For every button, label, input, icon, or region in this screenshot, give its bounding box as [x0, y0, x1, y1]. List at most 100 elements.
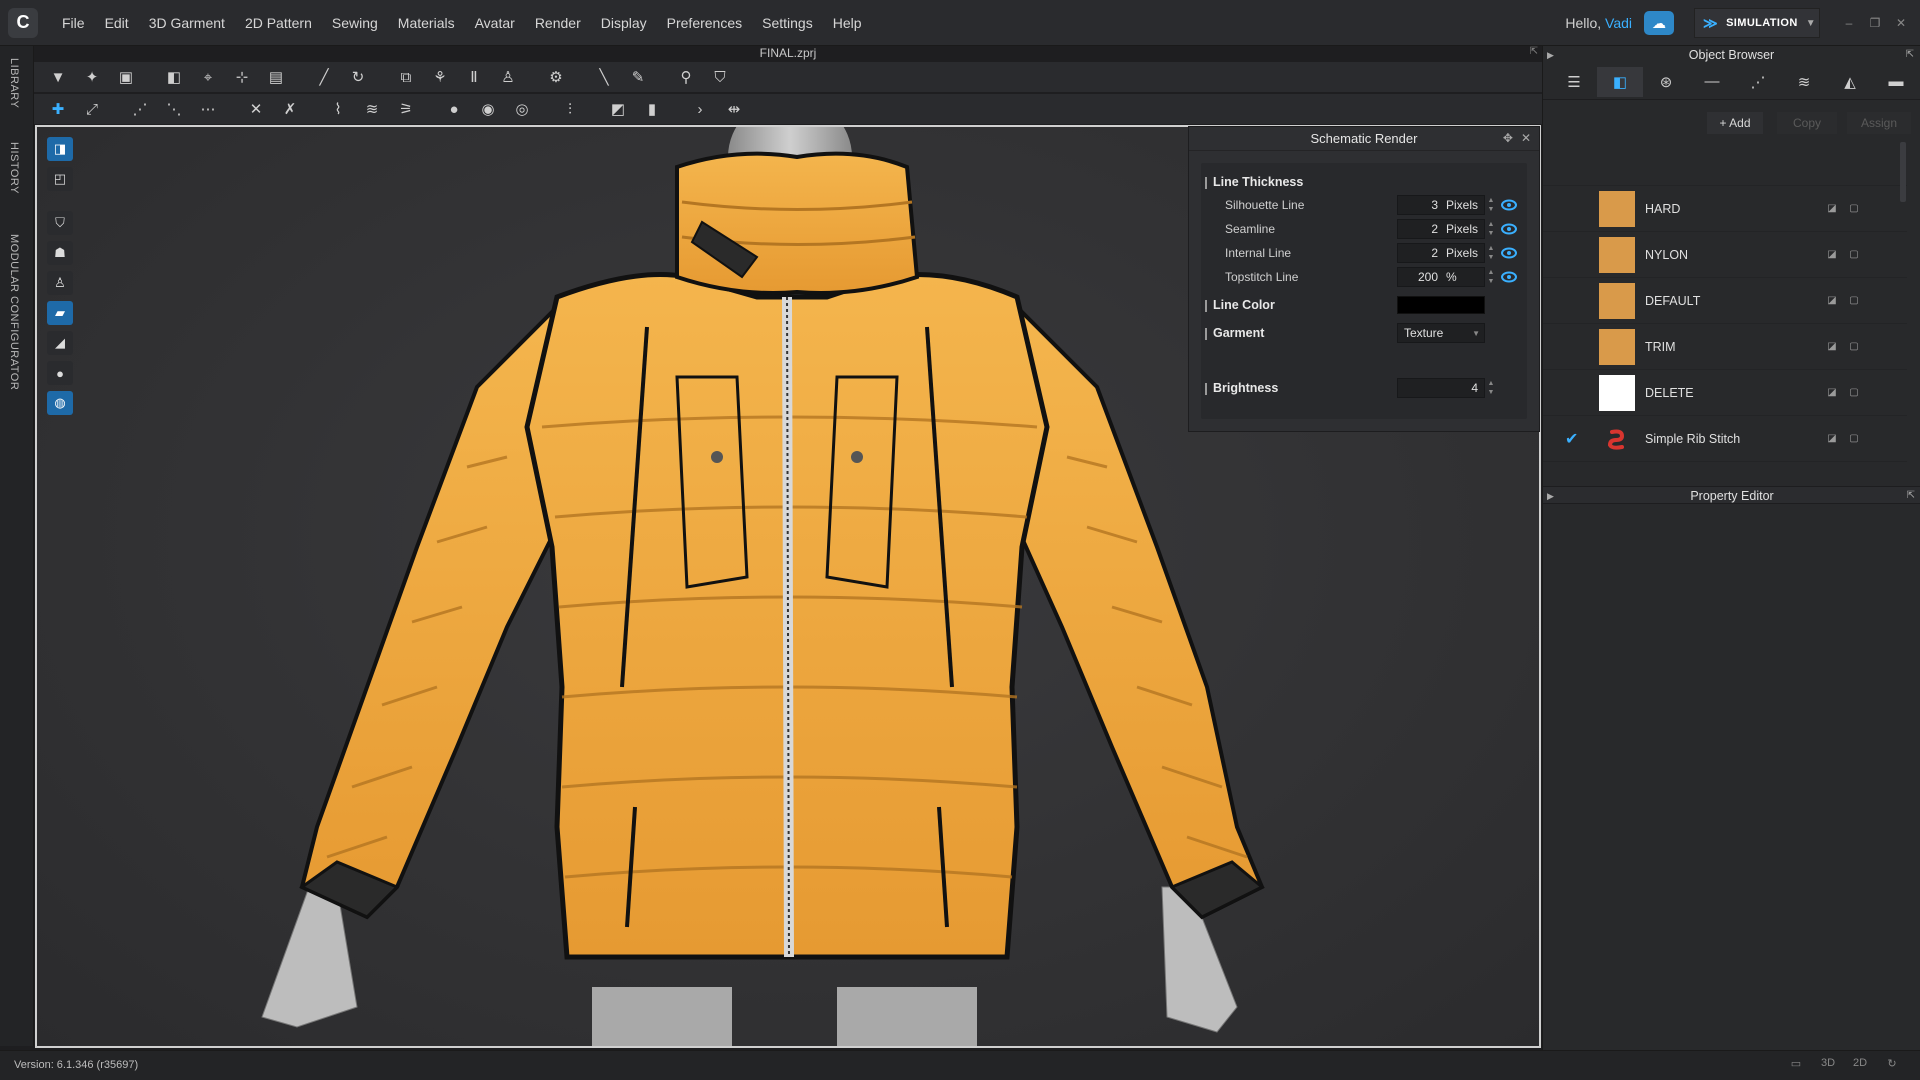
- list-item[interactable]: NYLON ◪ ▢: [1543, 232, 1907, 278]
- texture-edit-icon[interactable]: ◩: [604, 96, 632, 122]
- material-lock-icon[interactable]: ▢: [1847, 249, 1861, 261]
- seamline-field[interactable]: 2 Pixels ▲ ▼: [1397, 219, 1494, 239]
- tab-history[interactable]: HISTORY: [8, 142, 20, 194]
- material-lock-icon[interactable]: ▢: [1847, 387, 1861, 399]
- eye-icon[interactable]: [1501, 271, 1517, 283]
- select-mesh-icon[interactable]: ▼: [44, 64, 72, 90]
- menu-preferences[interactable]: Preferences: [657, 0, 752, 46]
- zipper-icon[interactable]: ⫶: [556, 96, 584, 122]
- edit-sewing-icon[interactable]: ⤢: [78, 96, 106, 122]
- list-item[interactable]: TRIM ◪ ▢: [1543, 324, 1907, 370]
- popout-icon[interactable]: ⇱: [1906, 46, 1914, 64]
- menu-display[interactable]: Display: [591, 0, 657, 46]
- topstitch-icon[interactable]: ✕: [242, 96, 270, 122]
- move-avatar-icon[interactable]: ✦: [78, 64, 106, 90]
- sync-icon[interactable]: ↻: [1882, 1057, 1902, 1070]
- pin-panel-icon[interactable]: ✥: [1503, 131, 1513, 145]
- avatar-person-icon[interactable]: ♙: [47, 271, 73, 295]
- popout-icon[interactable]: ⇱: [1907, 487, 1915, 505]
- topstitch-tab-icon[interactable]: ⋰: [1735, 67, 1781, 97]
- surface-display-icon[interactable]: ◢: [47, 331, 73, 355]
- expand-icon[interactable]: ⇱: [1530, 46, 1538, 57]
- fabric-icon[interactable]: ◧: [1597, 66, 1643, 97]
- eye-icon[interactable]: [1501, 247, 1517, 259]
- brightness-value[interactable]: 4: [1398, 381, 1478, 395]
- trim-tab-icon[interactable]: ◭: [1827, 67, 1873, 97]
- collapse-arrow-icon[interactable]: ▶: [1547, 487, 1554, 505]
- brush-icon[interactable]: ✎: [624, 64, 652, 90]
- menu-help[interactable]: Help: [823, 0, 872, 46]
- list-item[interactable]: ✔ Simple Rib Stitch ◪ ▢: [1543, 416, 1907, 462]
- buttonhole-icon[interactable]: ◎: [508, 96, 536, 122]
- list-item[interactable]: [1543, 172, 1907, 186]
- zipper-tab-icon[interactable]: —: [1689, 67, 1735, 97]
- fold-icon[interactable]: ◧: [160, 64, 188, 90]
- free-sewing-icon[interactable]: ⋱: [160, 96, 188, 122]
- silhouette-line-field[interactable]: 3 Pixels ▲ ▼: [1397, 195, 1494, 215]
- list-item[interactable]: DEFAULT ◪ ▢: [1543, 278, 1907, 324]
- material-lock-icon[interactable]: ▢: [1847, 203, 1861, 215]
- avatar-pose-icon[interactable]: ♙: [494, 64, 522, 90]
- 2d-view-icon[interactable]: 2D: [1850, 1057, 1870, 1070]
- material-preview-icon[interactable]: ◪: [1825, 249, 1839, 261]
- silhouette-line-value[interactable]: 3: [1398, 198, 1438, 212]
- material-lock-icon[interactable]: ▢: [1847, 295, 1861, 307]
- shirt-icon[interactable]: ⛉: [706, 64, 734, 90]
- seamline-value[interactable]: 2: [1398, 222, 1438, 236]
- environment-icon[interactable]: ◍: [47, 391, 73, 415]
- menu-file[interactable]: File: [52, 0, 95, 46]
- collapse-arrow-icon[interactable]: ▶: [1547, 46, 1554, 64]
- garment-select[interactable]: Texture ▼: [1397, 323, 1485, 343]
- segment-sewing-icon[interactable]: ⋰: [126, 96, 154, 122]
- material-preview-icon[interactable]: ◪: [1825, 295, 1839, 307]
- button-icon[interactable]: ●: [440, 96, 468, 122]
- internal-line-value[interactable]: 2: [1398, 246, 1438, 260]
- menu-avatar[interactable]: Avatar: [465, 0, 525, 46]
- material-preview-icon[interactable]: ◪: [1825, 203, 1839, 215]
- silhouette-line-spinner[interactable]: ▲ ▼: [1486, 196, 1496, 216]
- menu-edit[interactable]: Edit: [95, 0, 139, 46]
- minimize-icon[interactable]: –: [1838, 12, 1860, 34]
- measure-distance-icon[interactable]: ⇹: [720, 96, 748, 122]
- topstitch-line-spinner[interactable]: ▲ ▼: [1486, 268, 1496, 288]
- fold-sewing-icon[interactable]: ⌇: [324, 96, 352, 122]
- puckering-icon[interactable]: ≋: [358, 96, 386, 122]
- segment-icon[interactable]: ╲: [590, 64, 618, 90]
- menu-materials[interactable]: Materials: [388, 0, 465, 46]
- texture-display-icon[interactable]: ▰: [47, 301, 73, 325]
- garment-display-icon[interactable]: ◰: [47, 167, 73, 191]
- single-view-icon[interactable]: ▭: [1786, 1057, 1806, 1070]
- free-topstitch-icon[interactable]: ✗: [276, 96, 304, 122]
- fit-icon[interactable]: ⚲: [672, 64, 700, 90]
- mode-dropdown[interactable]: ≫ SIMULATION ▼: [1694, 8, 1820, 38]
- topstitch-line-field[interactable]: 200 % ▲ ▼: [1397, 267, 1494, 287]
- menu-settings[interactable]: Settings: [752, 0, 823, 46]
- 3d-garment-view-icon[interactable]: ◨: [47, 137, 73, 161]
- menu-3d-garment[interactable]: 3D Garment: [139, 0, 235, 46]
- sleeve-icon[interactable]: ⚘: [426, 64, 454, 90]
- scrollbar-thumb[interactable]: [1900, 142, 1906, 202]
- material-lock-icon[interactable]: ▢: [1847, 433, 1861, 445]
- check-icon[interactable]: ✔: [1565, 429, 1583, 449]
- 3d-view-icon[interactable]: 3D: [1818, 1057, 1838, 1070]
- select-button-icon[interactable]: ◉: [474, 96, 502, 122]
- material-preview-icon[interactable]: ◪: [1825, 341, 1839, 353]
- seamline-spinner[interactable]: ▲ ▼: [1486, 220, 1496, 240]
- restore-icon[interactable]: ❐: [1864, 12, 1886, 34]
- topstitch-line-value[interactable]: 200: [1398, 270, 1438, 284]
- more-icon[interactable]: ›: [686, 96, 714, 122]
- material-preview-icon[interactable]: ◪: [1825, 433, 1839, 445]
- material-list-scrollbar[interactable]: [1898, 128, 1908, 430]
- arrange-icon[interactable]: ▤: [262, 64, 290, 90]
- eye-icon[interactable]: [1501, 223, 1517, 235]
- button-tab-icon[interactable]: ⊛: [1643, 67, 1689, 97]
- tab-modular-configurator[interactable]: MODULAR CONFIGURATOR: [8, 234, 20, 390]
- close-panel-icon[interactable]: ✕: [1521, 131, 1531, 145]
- internal-line-field[interactable]: 2 Pixels ▲ ▼: [1397, 243, 1494, 263]
- graphic-icon[interactable]: ▮: [638, 96, 666, 122]
- user-name[interactable]: Vadi: [1605, 15, 1632, 31]
- list-item[interactable]: DELETE ◪ ▢: [1543, 370, 1907, 416]
- pants-icon[interactable]: Ⅱ: [460, 64, 488, 90]
- measure-icon[interactable]: ⚙: [542, 64, 570, 90]
- copy-button[interactable]: Copy: [1777, 112, 1837, 134]
